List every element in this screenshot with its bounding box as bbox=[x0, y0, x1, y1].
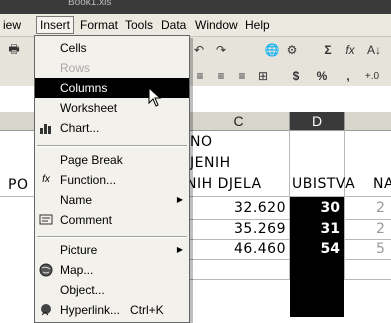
menu-item-rows: Rows bbox=[60, 61, 91, 75]
cell-d-value[interactable]: 30 bbox=[292, 200, 340, 216]
cell-e-value[interactable]: 5 bbox=[376, 241, 385, 257]
menu-item-hyperlink[interactable]: Hyperlink... Ctrl+K bbox=[35, 300, 189, 320]
hyperlink-toolbar-icon[interactable]: 🌐 bbox=[262, 40, 282, 60]
menu-item-page-break[interactable]: Page Break bbox=[35, 150, 189, 170]
print-icon[interactable]: 🖶 bbox=[4, 40, 24, 60]
chart-icon bbox=[38, 120, 54, 136]
header-c-line2: JENIH bbox=[190, 155, 231, 171]
comment-icon bbox=[38, 212, 54, 228]
menu-item-worksheet[interactable]: Worksheet bbox=[35, 98, 189, 118]
autosum-icon[interactable]: Σ bbox=[318, 40, 338, 60]
increase-decimal-icon[interactable]: +.0 bbox=[362, 66, 382, 86]
title-bar: Book1.xls bbox=[0, 0, 391, 14]
align-left-icon[interactable]: ≡ bbox=[190, 66, 210, 86]
cell-c-value[interactable]: 32.620 bbox=[190, 200, 286, 216]
insert-menu: Cells Rows Columns Worksheet Chart... Pa… bbox=[34, 35, 190, 323]
menu-item-name[interactable]: Name ▶ bbox=[35, 190, 189, 210]
undo-icon[interactable]: ↶ bbox=[190, 40, 208, 60]
menu-help[interactable]: Help bbox=[242, 17, 273, 33]
header-e: NA bbox=[373, 176, 391, 192]
web-toolbar-icon[interactable]: ⚙ bbox=[282, 40, 302, 60]
cell-d-value[interactable]: 31 bbox=[292, 221, 340, 237]
merge-center-icon[interactable]: ⊞ bbox=[253, 66, 273, 86]
menu-separator bbox=[37, 145, 187, 147]
submenu-arrow-icon: ▶ bbox=[176, 195, 183, 204]
menu-item-comment[interactable]: Comment bbox=[35, 210, 189, 230]
align-right-icon[interactable]: ≡ bbox=[232, 66, 252, 86]
header-c-line3: NIH DJELA bbox=[186, 176, 262, 192]
menu-data[interactable]: Data bbox=[158, 17, 189, 33]
hyperlink-icon bbox=[38, 302, 54, 318]
menu-tools[interactable]: Tools bbox=[122, 17, 156, 33]
comma-icon[interactable]: , bbox=[338, 66, 358, 86]
header-d: UBISTVA bbox=[292, 176, 356, 192]
menu-item-shortcut: Ctrl+K bbox=[130, 303, 164, 317]
menu-item-map[interactable]: Map... bbox=[35, 260, 189, 280]
grid-line bbox=[344, 130, 345, 280]
sort-ascending-icon[interactable]: A↓ bbox=[364, 40, 384, 60]
align-center-icon[interactable]: ≡ bbox=[211, 66, 231, 86]
menu-item-chart[interactable]: Chart... bbox=[35, 118, 189, 138]
column-header-d[interactable]: D bbox=[290, 112, 345, 131]
header-left: PO bbox=[8, 177, 29, 193]
menu-window[interactable]: Window bbox=[192, 17, 241, 33]
menu-bar: iew Insert Format Tools Data Window Help bbox=[0, 14, 391, 37]
column-header-c[interactable]: C bbox=[188, 112, 290, 131]
redo-icon[interactable]: ↷ bbox=[212, 40, 230, 60]
column-header-blank bbox=[0, 112, 35, 131]
function-icon[interactable]: fx bbox=[340, 40, 360, 60]
submenu-arrow-icon: ▶ bbox=[176, 245, 183, 254]
function-icon: fx bbox=[42, 174, 50, 185]
menu-separator bbox=[37, 236, 187, 238]
percent-icon[interactable]: % bbox=[312, 66, 332, 86]
menu-insert[interactable]: Insert bbox=[36, 16, 75, 34]
cell-e-value[interactable]: 2 bbox=[376, 221, 385, 237]
mouse-cursor-icon bbox=[148, 87, 162, 107]
cell-d-value[interactable]: 54 bbox=[292, 241, 340, 257]
cell-c-value[interactable]: 35.269 bbox=[190, 221, 286, 237]
cell-e-value[interactable]: 2 bbox=[376, 200, 385, 216]
menu-format[interactable]: Format bbox=[77, 17, 121, 33]
menu-view[interactable]: iew bbox=[0, 17, 24, 33]
globe-icon bbox=[38, 262, 54, 278]
cell-c-value[interactable]: 46.460 bbox=[190, 241, 286, 257]
menu-item-cells[interactable]: Cells bbox=[35, 38, 189, 58]
menu-item-object[interactable]: Object... bbox=[35, 280, 189, 300]
window-title: Book1.xls bbox=[68, 0, 112, 8]
header-c-line1: NO bbox=[190, 134, 213, 150]
menu-item-function[interactable]: fx Function... bbox=[35, 170, 189, 190]
menu-item-columns[interactable]: Columns bbox=[35, 78, 189, 98]
menu-item-picture[interactable]: Picture ▶ bbox=[35, 240, 189, 260]
currency-icon[interactable]: $ bbox=[286, 66, 306, 86]
column-header-e[interactable] bbox=[345, 112, 391, 131]
